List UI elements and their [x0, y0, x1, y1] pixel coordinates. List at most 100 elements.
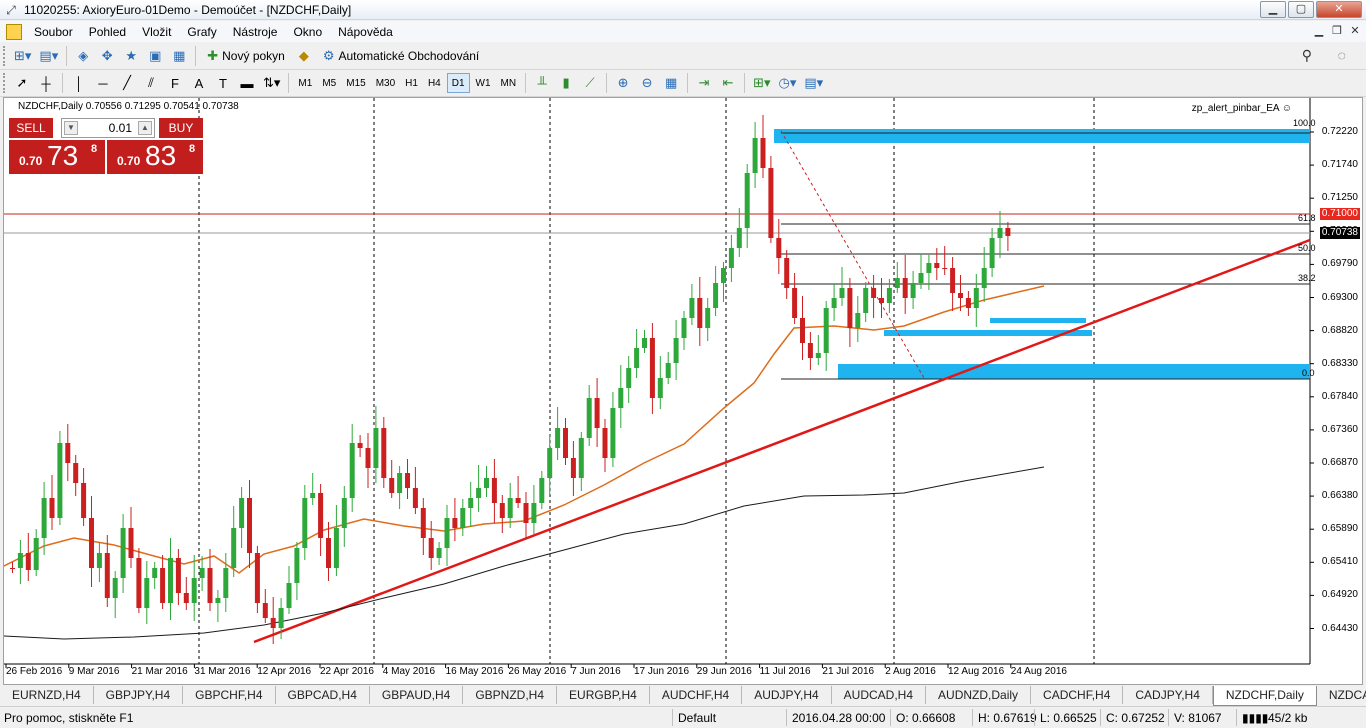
tab-audnzd-daily[interactable]: AUDNZD,Daily: [926, 686, 1032, 704]
arrows-icon[interactable]: ⇅▾: [260, 72, 283, 94]
horizontal-line-icon[interactable]: ─: [92, 72, 114, 94]
tab-eurgbp-h4[interactable]: EURGBP,H4: [557, 686, 650, 704]
auto-scroll-icon[interactable]: ⇥: [693, 72, 715, 94]
cursor-icon[interactable]: ➚: [11, 72, 33, 94]
candle-body: [713, 283, 719, 308]
sell-button[interactable]: SELL: [9, 118, 53, 138]
text-icon[interactable]: A: [188, 72, 210, 94]
timeframe-m5[interactable]: M5: [318, 73, 340, 93]
candle-body: [721, 268, 726, 283]
mdi-minimize-icon[interactable]: ▁: [1310, 23, 1328, 40]
toolbar-grip-2[interactable]: [3, 73, 6, 93]
lot-size-value[interactable]: 0.01: [80, 121, 136, 135]
channel-icon[interactable]: ⫽: [140, 72, 162, 94]
data-window-icon[interactable]: ✥: [96, 45, 118, 67]
tab-gbpcad-h4[interactable]: GBPCAD,H4: [276, 686, 370, 704]
zone-bottom: [838, 364, 1310, 379]
profiles-icon[interactable]: ▤▾: [36, 45, 61, 67]
zoom-in-icon[interactable]: ⊕: [612, 72, 634, 94]
timeframe-w1[interactable]: W1: [472, 73, 495, 93]
timeframe-m15[interactable]: M15: [342, 73, 369, 93]
strategy-tester-icon[interactable]: ▦: [168, 45, 190, 67]
tab-gbpjpy-h4[interactable]: GBPJPY,H4: [94, 686, 184, 704]
indicators-icon[interactable]: ⊞▾: [750, 72, 773, 94]
trendline-icon[interactable]: ╱: [116, 72, 138, 94]
new-order-button[interactable]: ✚ Nový pokyn: [201, 45, 291, 67]
date-label: 4 May 2016: [382, 666, 436, 677]
lot-size-field[interactable]: ▼ 0.01 ▲: [61, 118, 155, 138]
tab-eurnzd-h4[interactable]: EURNZD,H4: [0, 686, 94, 704]
candlestick-icon[interactable]: ▮: [555, 72, 577, 94]
menu-view[interactable]: Pohled: [81, 25, 134, 39]
date-label: 2 Aug 2016: [885, 666, 936, 677]
tab-gbpchf-h4[interactable]: GBPCHF,H4: [183, 686, 276, 704]
menu-file[interactable]: Soubor: [26, 25, 81, 39]
text-label-icon[interactable]: T: [212, 72, 234, 94]
buy-price[interactable]: 0.70 83 8: [107, 140, 203, 174]
line-chart-icon[interactable]: ⟋: [579, 72, 601, 94]
tab-cadjpy-h4[interactable]: CADJPY,H4: [1123, 686, 1213, 704]
price-tag-current: 0.70738: [1319, 227, 1360, 239]
maximize-button[interactable]: ▢: [1288, 1, 1314, 18]
fib-label-618: 61.8: [1298, 213, 1316, 223]
navigator-icon[interactable]: ★: [120, 45, 142, 67]
tab-audjpy-h4[interactable]: AUDJPY,H4: [742, 686, 832, 704]
tab-gbpnzd-h4[interactable]: GBPNZD,H4: [463, 686, 558, 704]
auto-trading-button[interactable]: ⚙ Automatické Obchodování: [317, 45, 485, 67]
menu-insert[interactable]: Vložit: [134, 25, 179, 39]
tab-audcad-h4[interactable]: AUDCAD,H4: [832, 686, 927, 704]
price-chart[interactable]: NZDCHF,Daily 0.70556 0.71295 0.70541 0.7…: [3, 97, 1363, 685]
date-label: 17 Jun 2016: [634, 666, 690, 677]
tab-nzdchf-daily[interactable]: NZDCHF,Daily: [1212, 686, 1317, 706]
candle-body: [515, 498, 521, 503]
mdi-close-icon[interactable]: ✕: [1346, 23, 1364, 40]
candle-body: [800, 318, 805, 343]
candle-body: [168, 558, 173, 603]
menu-tools[interactable]: Nástroje: [225, 25, 286, 39]
timeframe-h1[interactable]: H1: [401, 73, 422, 93]
minimize-button[interactable]: ▁: [1260, 1, 1286, 18]
timeframe-h4[interactable]: H4: [424, 73, 445, 93]
candle-body: [657, 378, 663, 398]
menu-help[interactable]: Nápověda: [330, 25, 401, 39]
chart-window-icon[interactable]: [6, 23, 22, 40]
menu-window[interactable]: Okno: [285, 25, 330, 39]
crosshair-icon[interactable]: ┼: [35, 72, 57, 94]
meta-editor-icon[interactable]: ◆: [293, 45, 315, 67]
new-chart-icon[interactable]: ⊞▾: [11, 45, 34, 67]
terminal-icon[interactable]: ▣: [144, 45, 166, 67]
tile-windows-icon[interactable]: ▦: [660, 72, 682, 94]
zoom-out-icon[interactable]: ⊖: [636, 72, 658, 94]
bar-chart-icon[interactable]: ╨: [531, 72, 553, 94]
close-button[interactable]: ✕: [1316, 1, 1362, 18]
fibonacci-icon[interactable]: F: [164, 72, 186, 94]
templates-icon[interactable]: ▤▾: [801, 72, 826, 94]
menu-charts[interactable]: Grafy: [179, 25, 224, 39]
timeframe-m1[interactable]: M1: [294, 73, 316, 93]
market-watch-icon[interactable]: ◈: [72, 45, 94, 67]
buy-button[interactable]: BUY: [159, 118, 203, 138]
lot-increase-icon[interactable]: ▲: [138, 121, 152, 135]
candle-body: [286, 583, 292, 608]
toolbar-grip[interactable]: [3, 46, 6, 66]
timeframe-mn[interactable]: MN: [497, 73, 521, 93]
tab-cadchf-h4[interactable]: CADCHF,H4: [1031, 686, 1124, 704]
rectangle-icon[interactable]: ▬: [236, 72, 258, 94]
candle-body: [152, 568, 158, 578]
tab-audchf-h4[interactable]: AUDCHF,H4: [650, 686, 743, 704]
chat-icon[interactable]: ◌: [1338, 47, 1346, 63]
periods-icon[interactable]: ◷▾: [776, 72, 800, 94]
candle-body: [673, 338, 679, 363]
zone-mid-2: [990, 318, 1086, 323]
mdi-restore-icon[interactable]: ❐: [1328, 23, 1346, 40]
timeframe-d1[interactable]: D1: [446, 73, 470, 93]
sell-price[interactable]: 0.70 73 8: [9, 140, 105, 174]
tab-nzdcad-daily[interactable]: NZDCAD,Daily: [1317, 686, 1366, 704]
vertical-line-icon[interactable]: │: [68, 72, 90, 94]
candle-body: [602, 428, 608, 458]
lot-decrease-icon[interactable]: ▼: [64, 121, 78, 135]
timeframe-m30[interactable]: M30: [372, 73, 399, 93]
search-icon[interactable]: ⚲: [1302, 47, 1312, 64]
chart-shift-icon[interactable]: ⇤: [717, 72, 739, 94]
tab-gbpaud-h4[interactable]: GBPAUD,H4: [370, 686, 464, 704]
